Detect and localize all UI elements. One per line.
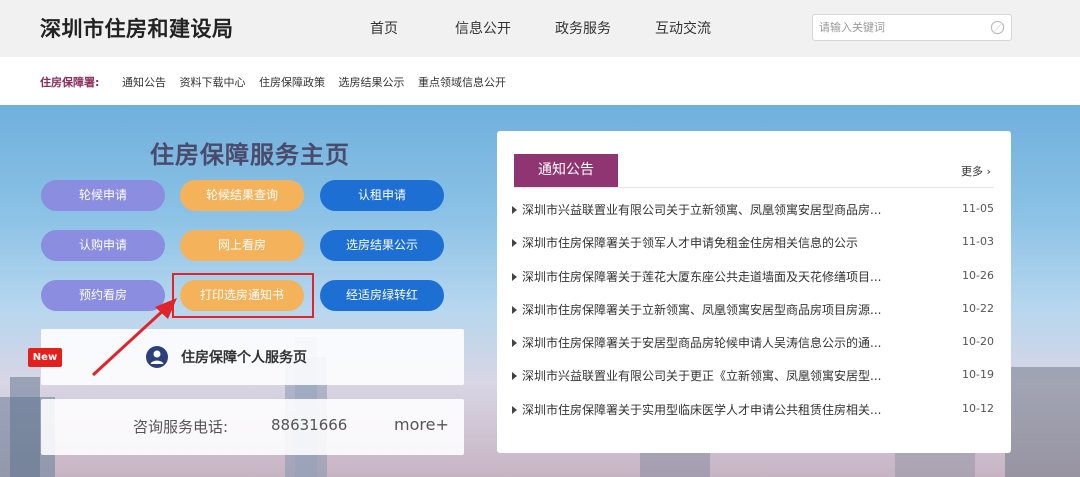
queue-apply-button[interactable]: 轮候申请 (41, 180, 165, 211)
hotline-number: 88631666 (271, 416, 348, 434)
notice-date: 10-22 (962, 301, 994, 315)
notice-date: 11-03 (962, 235, 994, 249)
notice-item[interactable]: 深圳市兴益联置业有限公司关于立新领寓、凤凰领寓安居型商品房... 11-05 (511, 201, 1001, 234)
notice-title[interactable]: 深圳市住房保障署关于安居型商品房轮候申请人吴涛信息公示的通... (522, 334, 945, 351)
notice-date: 11-05 (962, 202, 994, 215)
nav-info-disclosure[interactable]: 信息公开 (455, 18, 511, 38)
hero-section: 住房保障服务主页 轮候申请 轮候结果查询 认租申请 认购申请 网上看房 选房结果… (0, 105, 1080, 477)
notice-panel: 通知公告 更多 › 深圳市兴益联置业有限公司关于立新领寓、凤凰领寓安居型商品房.… (497, 131, 1011, 453)
notice-date: 10-20 (962, 335, 994, 349)
online-viewing-button[interactable]: 网上看房 (180, 230, 304, 261)
notice-item[interactable]: 深圳市住房保障署关于立新领寓、凤凰领寓安居型商品房项目房源... 10-22 (511, 301, 1001, 334)
personal-service-label: 住房保障个人服务页 (181, 350, 307, 366)
bullet-icon (512, 339, 517, 348)
notice-item[interactable]: 深圳市兴益联置业有限公司关于更正《立新领寓、凤凰领寓安居型... 10-19 (511, 367, 1001, 400)
notice-item[interactable]: 深圳市住房保障署关于实用型临床医学人才申请公共租赁住房相关... 10-12 (511, 401, 1001, 434)
subnav-link-downloads[interactable]: 资料下载中心 (180, 76, 246, 89)
rent-apply-button[interactable]: 认租申请 (320, 180, 444, 211)
search-box (812, 14, 1012, 41)
nav-government-services[interactable]: 政务服务 (555, 18, 611, 38)
site-header: 深圳市住房和建设局 首页 信息公开 政务服务 互动交流 (0, 0, 1080, 57)
more-link[interactable]: more+ (394, 415, 449, 434)
subnav-title: 住房保障署: (40, 76, 100, 89)
sub-nav: 住房保障署: 通知公告 资料下载中心 住房保障政策 选房结果公示 重点领域信息公… (0, 57, 1080, 105)
subnav-link-policies[interactable]: 住房保障政策 (259, 76, 325, 89)
notice-more-link[interactable]: 更多 › (961, 163, 991, 179)
bullet-icon (512, 305, 517, 314)
bullet-icon (512, 239, 517, 248)
purchase-apply-button[interactable]: 认购申请 (41, 230, 165, 261)
affordable-housing-convert-button[interactable]: 经适房绿转红 (320, 280, 444, 311)
notice-title[interactable]: 深圳市住房保障署关于实用型临床医学人才申请公共租赁住房相关... (522, 401, 945, 418)
notice-title[interactable]: 深圳市住房保障署关于莲花大厦东座公共走道墙面及天花修缮项目... (522, 268, 945, 285)
notice-tab[interactable]: 通知公告 (514, 154, 618, 187)
hotline-label: 咨询服务电话: (133, 418, 229, 436)
bullet-icon (512, 272, 517, 281)
notice-title[interactable]: 深圳市兴益联置业有限公司关于更正《立新领寓、凤凰领寓安居型... (522, 367, 945, 384)
subnav-links: 通知公告 资料下载中心 住房保障政策 选房结果公示 重点领域信息公开 (122, 74, 516, 90)
notice-title[interactable]: 深圳市住房保障署关于立新领寓、凤凰领寓安居型商品房项目房源... (522, 301, 945, 318)
notice-title[interactable]: 深圳市住房保障署关于领军人才申请免租金住房相关信息的公示 (522, 234, 945, 251)
hotline-card: 咨询服务电话: 88631666 more+ (41, 399, 464, 455)
nav-home[interactable]: 首页 (370, 18, 398, 38)
hero-title: 住房保障服务主页 (150, 141, 350, 169)
new-badge: New (28, 348, 62, 367)
notice-title[interactable]: 深圳市兴益联置业有限公司关于立新领寓、凤凰领寓安居型商品房... (522, 201, 945, 218)
search-icon[interactable] (990, 20, 1005, 35)
notice-date: 10-26 (962, 268, 994, 282)
notice-divider (514, 187, 994, 188)
nav-interaction[interactable]: 互动交流 (655, 18, 711, 38)
selection-result-button[interactable]: 选房结果公示 (320, 230, 444, 261)
bullet-icon (512, 206, 517, 214)
notice-item[interactable]: 深圳市住房保障署关于莲花大厦东座公共走道墙面及天花修缮项目... 10-26 (511, 268, 1001, 301)
notice-date: 10-12 (962, 401, 994, 415)
notice-item[interactable]: 深圳市住房保障署关于安居型商品房轮候申请人吴涛信息公示的通... 10-20 (511, 334, 1001, 367)
search-input[interactable] (819, 18, 979, 37)
bullet-icon (512, 405, 517, 414)
queue-result-query-button[interactable]: 轮候结果查询 (180, 180, 304, 211)
subnav-link-notices[interactable]: 通知公告 (122, 76, 166, 89)
notice-item[interactable]: 深圳市住房保障署关于领军人才申请免租金住房相关信息的公示 11-03 (511, 234, 1001, 267)
site-logo[interactable]: 深圳市住房和建设局 (40, 13, 234, 43)
red-arrow-annotation (91, 298, 177, 377)
notice-date: 10-19 (962, 368, 994, 382)
subnav-link-selection-results[interactable]: 选房结果公示 (339, 76, 405, 89)
subnav-link-key-info[interactable]: 重点领域信息公开 (418, 76, 506, 89)
notice-list: 深圳市兴益联置业有限公司关于立新领寓、凤凰领寓安居型商品房... 11-05 深… (511, 201, 1001, 434)
bullet-icon (512, 372, 517, 381)
